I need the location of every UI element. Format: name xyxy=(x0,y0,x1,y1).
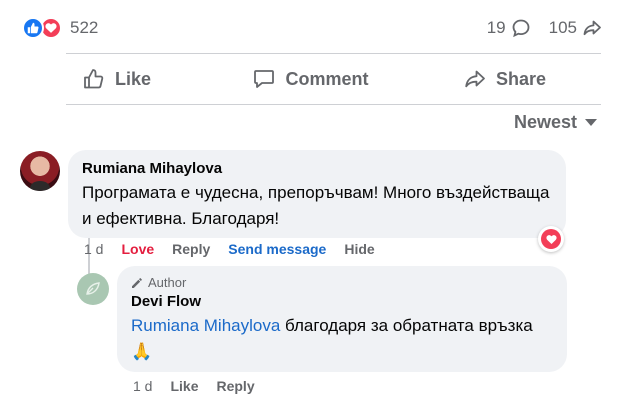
reply-actions: 1 d Like Reply xyxy=(133,378,255,394)
comment-author[interactable]: Rumiana Mihaylova xyxy=(82,160,552,177)
reply-reply-link[interactable]: Reply xyxy=(216,378,254,394)
comment-button-label: Comment xyxy=(285,68,369,89)
pencil-icon xyxy=(132,277,142,288)
reply-bubble: Author Devi Flow Rumiana Mihaylova благо… xyxy=(117,266,567,372)
reply-author[interactable]: Devi Flow xyxy=(131,293,553,310)
reply-link[interactable]: Reply xyxy=(172,241,210,257)
like-button-label: Like xyxy=(114,68,152,89)
logo-leaf-icon xyxy=(86,282,100,295)
hide-link[interactable]: Hide xyxy=(344,241,374,257)
reaction-count[interactable]: 522 xyxy=(70,18,98,38)
share-icon xyxy=(465,70,485,88)
reply-text: Rumiana Mihaylova благодаря за обратната… xyxy=(131,313,553,365)
divider-top xyxy=(66,53,601,54)
love-link[interactable]: Love xyxy=(121,241,154,257)
like-button[interactable]: Like xyxy=(20,68,214,90)
like-reaction-icon xyxy=(22,17,44,39)
mention-link[interactable]: Rumiana Mihaylova xyxy=(131,316,280,335)
heart-icon xyxy=(545,234,557,244)
share-count[interactable]: 105 xyxy=(549,18,602,38)
author-badge: Author xyxy=(131,275,553,290)
avatar-commenter[interactable] xyxy=(20,151,60,191)
sort-label: Newest xyxy=(513,112,577,132)
reaction-icons[interactable] xyxy=(22,17,62,39)
comment-timestamp: 1 d xyxy=(84,241,104,257)
share-button[interactable]: Share xyxy=(408,68,602,90)
comment-count[interactable]: 19 xyxy=(487,18,531,38)
reply-like-link[interactable]: Like xyxy=(170,378,198,394)
comment-text: Програмата е чудесна, препоръчвам! Много… xyxy=(82,183,550,228)
comment-button[interactable]: Comment xyxy=(214,68,408,90)
share-arrow-icon xyxy=(583,20,601,36)
comment-count-value: 19 xyxy=(486,18,506,37)
avatar-author-page[interactable] xyxy=(77,273,109,305)
comment-bubble-icon xyxy=(512,19,530,38)
reactions-bar: 522 19 105 xyxy=(22,14,602,42)
author-badge-label: Author xyxy=(148,275,187,290)
thumbs-up-icon xyxy=(84,69,104,89)
reply-timestamp: 1 d xyxy=(133,378,153,394)
comment-icon xyxy=(254,70,275,88)
post-actions: Like Comment Share xyxy=(20,56,602,102)
comment-love-reaction[interactable] xyxy=(538,226,564,252)
send-message-link[interactable]: Send message xyxy=(228,241,326,257)
share-button-label: Share xyxy=(495,68,547,89)
comment-sort-dropdown[interactable]: Newest xyxy=(514,112,597,133)
post-stats: 19 105 xyxy=(487,18,602,38)
comment-actions: 1 d Love Reply Send message Hide xyxy=(84,241,375,257)
caret-down-icon xyxy=(585,119,597,126)
divider-bottom xyxy=(66,104,601,105)
share-count-value: 105 xyxy=(548,18,577,37)
comment-bubble: Rumiana Mihaylova Програмата е чудесна, … xyxy=(68,150,566,238)
